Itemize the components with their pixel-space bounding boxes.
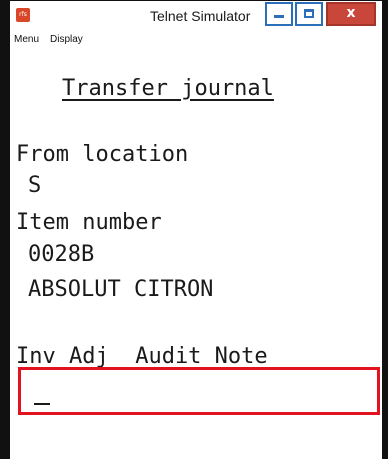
terminal-screen[interactable]: Transfer journal From location S Item nu…	[10, 51, 382, 460]
app-icon: rfs	[16, 8, 30, 22]
close-icon: x	[346, 5, 356, 21]
menu-item-menu[interactable]: Menu	[14, 34, 39, 45]
text-cursor	[34, 403, 50, 405]
minimize-button[interactable]	[265, 2, 293, 26]
menu-bar: Menu Display	[10, 31, 382, 51]
minimize-icon	[274, 15, 284, 18]
audit-note-input-highlight[interactable]	[18, 367, 380, 415]
item-description: ABSOLUT CITRON	[28, 277, 214, 302]
telnet-window: rfs Telnet Simulator x Menu Display Tran…	[0, 0, 388, 459]
from-location-label: From location	[16, 142, 189, 167]
screen-title: Transfer journal	[62, 76, 274, 101]
item-number-value: 0028B	[28, 242, 95, 267]
maximize-button[interactable]	[295, 2, 323, 26]
menu-item-display[interactable]: Display	[50, 34, 83, 45]
title-bar[interactable]: rfs Telnet Simulator x	[10, 1, 382, 31]
item-number-label: Item number	[16, 210, 162, 235]
window-title: Telnet Simulator	[150, 8, 251, 24]
from-location-value: S	[28, 173, 42, 198]
close-button[interactable]: x	[326, 2, 376, 26]
maximize-icon	[304, 9, 314, 18]
